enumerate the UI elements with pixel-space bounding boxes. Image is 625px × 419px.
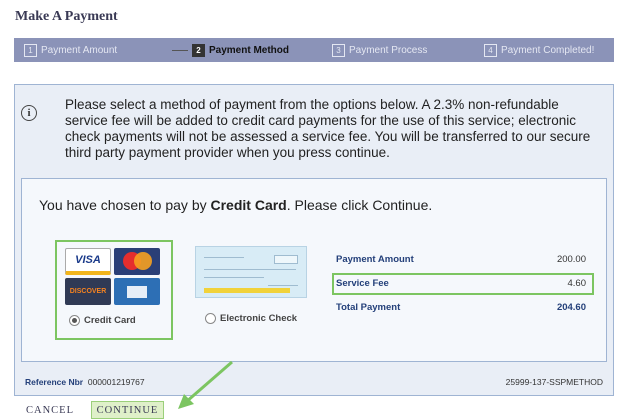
cancel-button[interactable]: Cancel xyxy=(16,401,84,419)
step-payment-amount: 1 Payment Amount xyxy=(24,38,117,62)
service-fee-value: 4.60 xyxy=(567,278,587,289)
payment-summary: Payment Amount 200.00 Service Fee 4.60 T… xyxy=(332,249,594,319)
continue-button[interactable]: Continue xyxy=(91,401,164,419)
reference-number: Reference Nbr 000001219767 xyxy=(25,377,145,387)
payment-amount-value: 200.00 xyxy=(556,254,586,265)
chosen-suffix: . Please click Continue. xyxy=(286,197,433,213)
chosen-prefix: You have chosen to pay by xyxy=(39,197,211,213)
reference-label: Reference Nbr xyxy=(25,377,84,387)
discover-logo-icon: DISCOVER xyxy=(65,278,111,305)
credit-card-logos-icon: VISA DISCOVER xyxy=(65,248,161,306)
progress-steps: 1 Payment Amount 2 Payment Method 3 Paym… xyxy=(14,38,614,62)
payment-panel: i Please select a method of payment from… xyxy=(14,84,614,396)
step-payment-method: 2 Payment Method xyxy=(172,38,289,62)
info-icon: i xyxy=(21,105,37,121)
service-fee-label: Service Fee xyxy=(336,278,389,289)
electronic-check-radio-label[interactable]: Electronic Check xyxy=(205,313,297,324)
step-label: Payment Amount xyxy=(41,44,118,56)
step-number: 2 xyxy=(192,43,205,57)
step-number: 1 xyxy=(24,43,37,57)
credit-card-label: Credit Card xyxy=(84,315,136,327)
electronic-check-radio[interactable] xyxy=(205,313,216,324)
total-payment-value: 204.60 xyxy=(556,302,586,313)
payment-method-box: You have chosen to pay by Credit Card. P… xyxy=(21,178,607,362)
mastercard-logo-icon xyxy=(114,248,160,275)
info-message: i Please select a method of payment from… xyxy=(15,85,613,171)
step-label: Payment Process xyxy=(349,44,428,56)
payment-amount-row: Payment Amount 200.00 xyxy=(332,249,594,271)
step-payment-process: 3 Payment Process xyxy=(332,38,427,62)
payment-amount-label: Payment Amount xyxy=(336,254,414,265)
step-number: 4 xyxy=(484,43,497,57)
amex-logo-icon xyxy=(114,278,160,305)
chosen-method-message: You have chosen to pay by Credit Card. P… xyxy=(39,197,432,213)
electronic-check-option[interactable]: Electronic Check xyxy=(193,240,311,340)
credit-card-radio-label[interactable]: Credit Card xyxy=(69,315,136,326)
service-fee-row: Service Fee 4.60 xyxy=(332,273,594,295)
panel-footer: Reference Nbr 000001219767 25999-137-SSP… xyxy=(15,371,613,395)
chosen-method: Credit Card xyxy=(210,197,287,213)
page-code: 25999-137-SSPMETHOD xyxy=(505,377,603,387)
step-separator xyxy=(172,49,188,51)
reference-value: 000001219767 xyxy=(87,377,145,387)
step-payment-completed: 4 Payment Completed! xyxy=(484,38,594,62)
step-label: Payment Method xyxy=(209,44,290,56)
credit-card-option[interactable]: VISA DISCOVER Credit Card xyxy=(55,240,173,340)
check-image-icon xyxy=(195,246,307,298)
electronic-check-label: Electronic Check xyxy=(220,313,298,325)
page-title: Make A Payment xyxy=(15,9,118,24)
step-number: 3 xyxy=(332,43,345,57)
total-payment-label: Total Payment xyxy=(336,302,401,313)
total-payment-row: Total Payment 204.60 xyxy=(332,297,594,319)
visa-logo-icon: VISA xyxy=(65,248,111,275)
info-text: Please select a method of payment from t… xyxy=(65,97,591,160)
credit-card-radio[interactable] xyxy=(69,315,80,326)
step-label: Payment Completed! xyxy=(501,44,595,56)
